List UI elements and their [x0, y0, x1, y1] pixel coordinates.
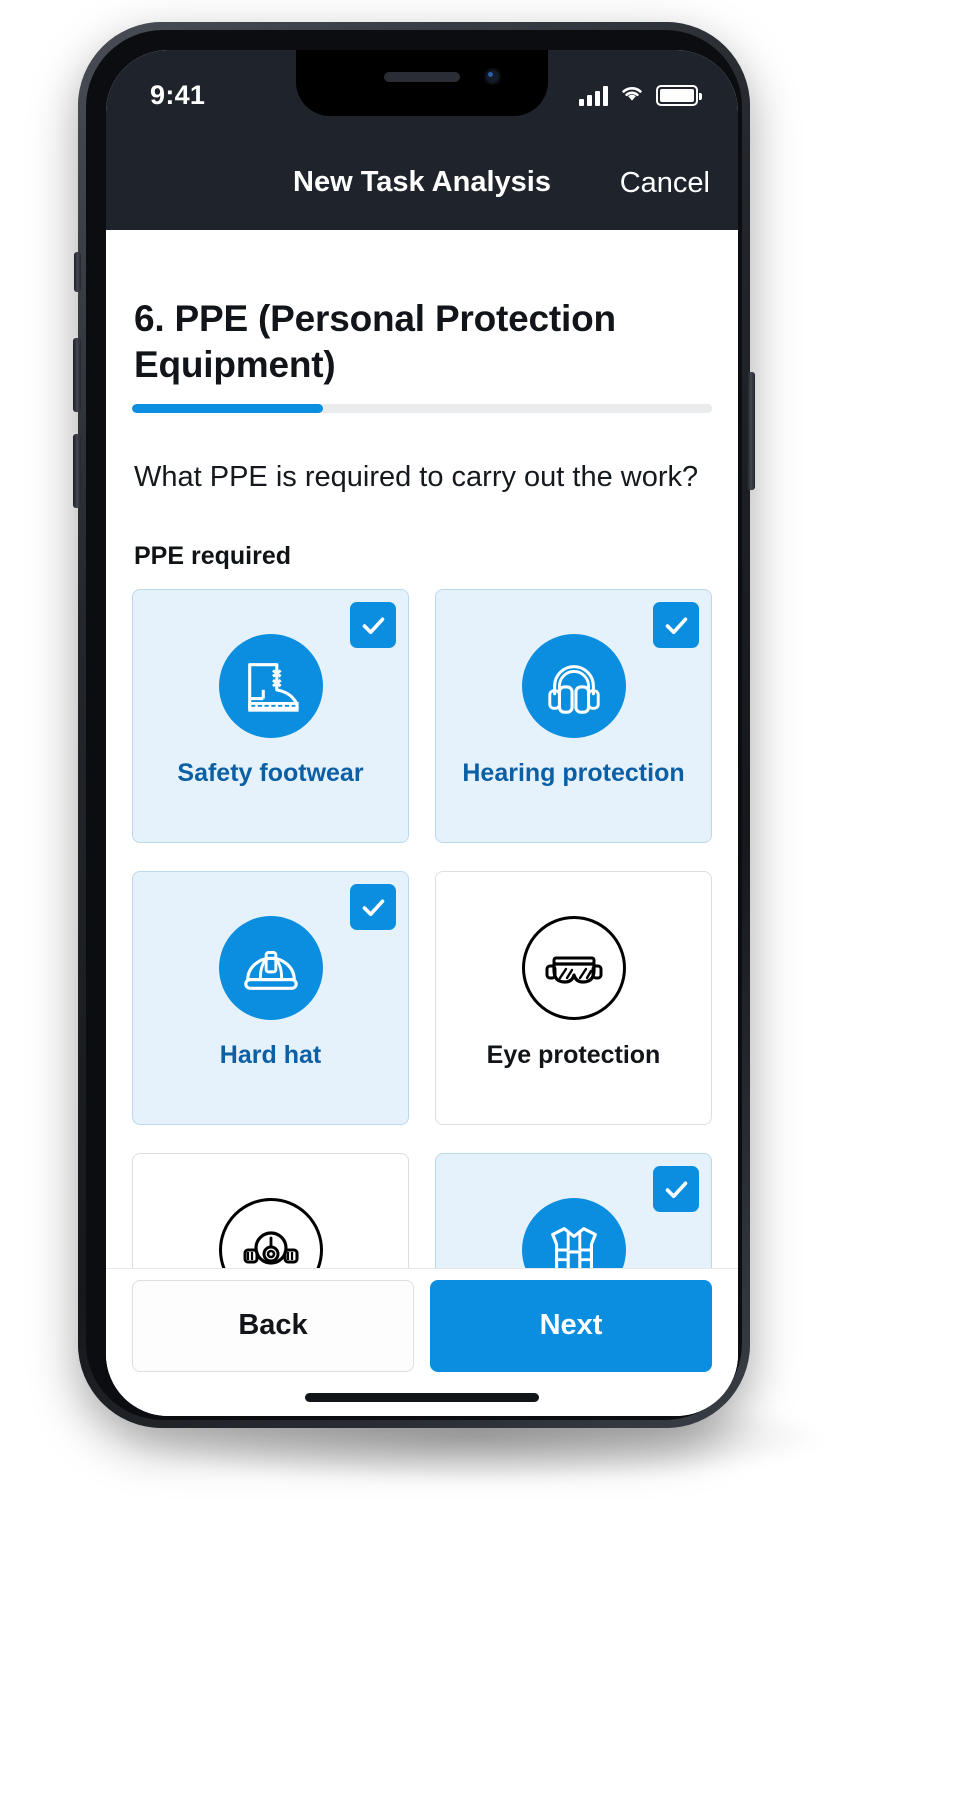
field-label: PPE required [134, 542, 291, 571]
volume-up-button[interactable] [73, 338, 81, 412]
battery-full-icon [656, 85, 702, 106]
page-title: New Task Analysis [293, 166, 551, 198]
safety-goggles-icon [521, 916, 626, 1021]
ppe-option-label: Eye protection [486, 1041, 661, 1070]
status-time: 9:41 [150, 80, 206, 110]
checkmark-icon [350, 602, 396, 649]
step-title: 6. PPE (Personal Protection Equipment) [134, 298, 616, 385]
next-button[interactable]: Next [430, 1279, 712, 1372]
signal-bars-icon [579, 85, 608, 106]
ppe-option-label: Hearing protection [462, 759, 685, 788]
wifi-icon [619, 83, 645, 108]
earpiece-speaker [384, 72, 460, 82]
ppe-option-label: Hard hat [219, 1041, 322, 1070]
progress-bar-fill [132, 403, 324, 413]
ppe-option-card[interactable]: Eye protection [435, 871, 712, 1126]
checkmark-icon [653, 1166, 699, 1213]
checkmark-icon [350, 884, 396, 931]
cancel-button[interactable]: Cancel [620, 167, 710, 200]
screenshot-stage: 9:41 New Task Analysis Cancel 6. PPE (Pe… [0, 0, 966, 1812]
progress-bar [132, 403, 712, 413]
ppe-icon-wrap [521, 916, 626, 1021]
power-button[interactable] [747, 372, 755, 490]
volume-down-button[interactable] [73, 434, 81, 508]
back-button[interactable]: Back [132, 1279, 414, 1372]
ppe-icon-wrap [218, 916, 323, 1021]
ppe-icon-wrap [521, 634, 626, 739]
phone-device-frame: 9:41 New Task Analysis Cancel 6. PPE (Pe… [73, 22, 755, 1428]
status-bar: 9:41 [106, 50, 738, 158]
mute-switch[interactable] [74, 252, 81, 292]
notch [296, 50, 548, 116]
ppe-option-card[interactable]: Safety footwear [132, 589, 409, 844]
ppe-option-card[interactable]: Hard hat [132, 871, 409, 1126]
phone-screen: 9:41 New Task Analysis Cancel 6. PPE (Pe… [106, 50, 738, 1416]
nav-bar: New Task Analysis Cancel [106, 158, 738, 230]
ppe-option-label: Safety footwear [177, 759, 364, 788]
ppe-option-card[interactable]: Hearing protection [435, 589, 712, 844]
front-camera-icon [484, 68, 501, 85]
phone-bezel: 9:41 New Task Analysis Cancel 6. PPE (Pe… [86, 30, 742, 1420]
checkmark-icon [653, 602, 699, 649]
hard-hat-icon [218, 916, 323, 1021]
status-icons [579, 83, 702, 108]
home-indicator[interactable] [305, 1393, 539, 1402]
question-text: What PPE is required to carry out the wo… [134, 460, 699, 493]
form-content: 6. PPE (Personal Protection Equipment) W… [106, 230, 738, 1416]
ppe-icon-wrap [218, 634, 323, 739]
ear-defenders-icon [521, 634, 626, 739]
safety-boot-icon [218, 634, 323, 739]
